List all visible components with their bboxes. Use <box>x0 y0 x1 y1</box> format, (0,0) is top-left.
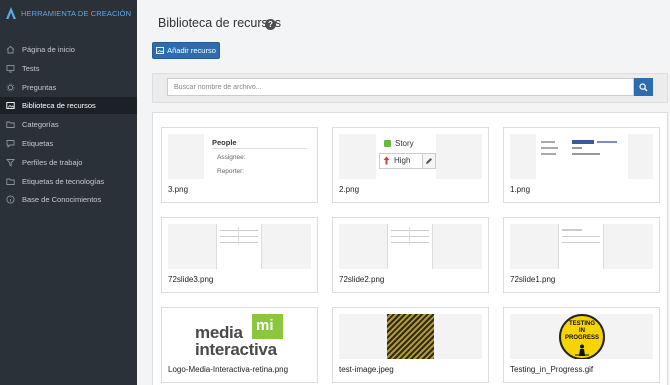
sidebar-item-label: Categorías <box>22 120 59 129</box>
thumb-text: Reporter: <box>217 168 245 175</box>
sidebar-item-label: Etiquetas <box>22 139 54 148</box>
sidebar-item-categories[interactable]: Categorías <box>0 116 137 133</box>
info-icon <box>6 195 15 204</box>
page-title: Biblioteca de recursos <box>158 16 281 30</box>
sidebar-item-tests[interactable]: Tests <box>0 60 137 77</box>
sidebar-item-label: Perfiles de trabajo <box>22 158 83 167</box>
add-asset-label: Añadir recurso <box>167 46 216 55</box>
sidebar-item-label: Etiquetas de tecnologías <box>22 177 105 186</box>
image-icon <box>156 47 165 54</box>
thumb-text: People <box>212 138 237 147</box>
asset-filename: 72slide2.png <box>339 275 385 284</box>
filter-icon <box>6 158 15 167</box>
worker-icon <box>575 344 589 356</box>
logo-text: mi <box>256 317 274 334</box>
thumb-text: High <box>394 156 411 165</box>
sidebar-item-label: Preguntas <box>22 83 57 92</box>
asset-filename: 1.png <box>510 185 531 194</box>
thumb-text: TESTING <box>568 321 595 327</box>
asset-card[interactable]: 72slide2.png <box>332 217 489 293</box>
asset-filename: 2.png <box>339 185 360 194</box>
home-icon <box>6 45 15 54</box>
asset-thumbnail <box>168 224 311 269</box>
asset-card[interactable]: TESTING IN PROGRESS Testing_in_Progress.… <box>503 307 660 383</box>
asset-thumbnail <box>510 134 653 179</box>
asset-thumbnail: People Assignee: Reporter: <box>168 134 311 179</box>
search-icon <box>639 82 648 91</box>
image-icon <box>6 101 15 110</box>
asset-thumbnail <box>510 224 653 269</box>
add-asset-button[interactable]: Añadir recurso <box>152 42 220 59</box>
sidebar-item-job-profiles[interactable]: Perfiles de trabajo <box>0 154 137 171</box>
sidebar-item-knowledge-base[interactable]: Base de Conocimientos <box>0 191 137 208</box>
arrow-up-icon <box>383 156 390 165</box>
asset-card[interactable]: 1.png <box>503 127 660 203</box>
thumb-text: Assignee: <box>217 154 246 161</box>
monitor-icon <box>6 64 15 73</box>
sidebar-item-tags[interactable]: Etiquetas <box>0 135 137 152</box>
asset-card[interactable]: People Assignee: Reporter: 3.png <box>161 127 318 203</box>
asset-filename: test-image.jpeg <box>339 365 394 374</box>
asset-card[interactable]: test-image.jpeg <box>332 307 489 383</box>
asset-filename: 72slide3.png <box>168 275 214 284</box>
help-icon[interactable]: ? <box>265 19 276 30</box>
asset-thumbnail: media mi interactiva <box>168 314 311 359</box>
sidebar-item-home[interactable]: Página de inicio <box>0 41 137 58</box>
logo-icon <box>6 7 16 19</box>
asset-card[interactable]: 72slide1.png <box>503 217 660 293</box>
asset-thumbnail: TESTING IN PROGRESS <box>510 314 653 359</box>
asset-thumbnail <box>339 224 482 269</box>
asset-card[interactable]: Story High 2.png <box>332 127 489 203</box>
gear-icon <box>6 83 15 92</box>
story-icon <box>384 140 391 147</box>
asset-filename: Logo-Media-Interactiva-retina.png <box>168 365 289 374</box>
thumb-text: Story <box>395 139 414 148</box>
folder-icon <box>6 177 15 186</box>
logo-text: interactiva <box>195 340 277 359</box>
sidebar-item-label: Página de inicio <box>22 45 75 54</box>
sidebar: HERRAMIENTA DE CREACIÓN Página de inicio… <box>0 0 137 385</box>
sidebar-item-label: Base de Conocimientos <box>22 195 102 204</box>
sidebar-item-label: Tests <box>22 64 40 73</box>
brand[interactable]: HERRAMIENTA DE CREACIÓN <box>6 6 131 20</box>
main-content: Biblioteca de recursos ? Añadir recurso … <box>137 0 670 385</box>
asset-thumbnail: Story High <box>339 134 482 179</box>
search-input[interactable] <box>167 78 634 96</box>
asset-card[interactable]: media mi interactiva Logo-Media-Interact… <box>161 307 318 383</box>
folder-icon <box>6 120 15 129</box>
brand-name: HERRAMIENTA DE CREACIÓN <box>21 8 132 18</box>
asset-filename: 72slide1.png <box>510 275 556 284</box>
pencil-icon <box>426 158 432 164</box>
comment-icon <box>6 139 15 148</box>
asset-thumbnail <box>339 314 482 359</box>
asset-filename: 3.png <box>168 185 189 194</box>
thumb-text: IN <box>579 328 585 334</box>
sidebar-item-questions[interactable]: Preguntas <box>0 79 137 96</box>
asset-filename: Testing_in_Progress.gif <box>510 365 594 374</box>
search-button[interactable] <box>634 78 653 96</box>
sidebar-item-tech-tags[interactable]: Etiquetas de tecnologías <box>0 173 137 190</box>
thumb-text: PROGRESS <box>564 335 599 341</box>
asset-card[interactable]: 72slide3.png <box>161 217 318 293</box>
sidebar-item-asset-library[interactable]: Biblioteca de recursos <box>0 97 137 114</box>
asset-grid: People Assignee: Reporter: 3.png Story H… <box>152 112 668 385</box>
sidebar-item-label: Biblioteca de recursos <box>22 101 96 110</box>
